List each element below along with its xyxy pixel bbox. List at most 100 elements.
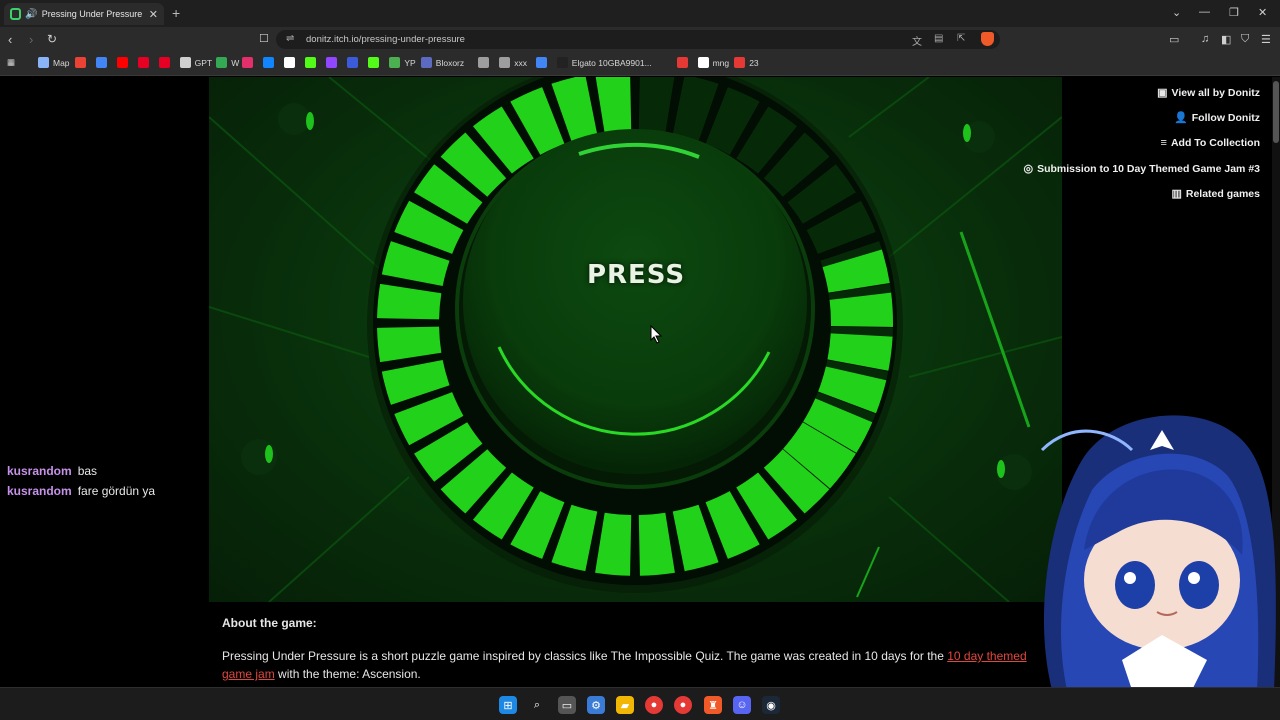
chat-text: fare gördün ya xyxy=(77,484,156,498)
menu-icon[interactable]: ☰ xyxy=(1261,33,1271,46)
bookmark-label: xxx xyxy=(514,57,527,68)
bookmark-icon xyxy=(347,57,359,68)
bookmark-item[interactable] xyxy=(242,57,254,68)
scroll-thumb[interactable] xyxy=(1273,81,1279,143)
bookmark-item[interactable] xyxy=(535,57,547,68)
start-menu-icon[interactable]: ⊞ xyxy=(499,696,517,714)
bookmark-item[interactable]: mng xyxy=(697,57,730,68)
address-bar[interactable]: ⇌ donitz.itch.io/pressing-under-pressure… xyxy=(276,30,1000,49)
game-scene[interactable] xyxy=(209,77,1062,602)
games-icon: ▣ xyxy=(1157,87,1168,99)
bookmark-label: mng xyxy=(712,57,730,68)
tab-title: Pressing Under Pressure by D xyxy=(41,9,145,19)
minimize-icon[interactable]: — xyxy=(1199,6,1210,18)
bookmark-icon xyxy=(116,57,128,68)
discord-icon[interactable]: ☺ xyxy=(733,696,751,714)
forward-icon[interactable]: › xyxy=(29,32,33,47)
chrome-icon[interactable]: ● xyxy=(645,696,663,714)
bookmark-icon xyxy=(38,57,49,68)
settings-icon[interactable]: ⚙ xyxy=(587,696,605,714)
bookmark-item[interactable] xyxy=(284,57,296,68)
press-button[interactable] xyxy=(463,130,807,474)
new-tab-icon[interactable]: + xyxy=(172,5,180,21)
bookmark-item[interactable] xyxy=(676,57,688,68)
media-icon[interactable]: ♫ xyxy=(1201,33,1209,45)
site-info-icon[interactable]: ⇌ xyxy=(286,33,294,44)
task-view-icon[interactable]: ▭ xyxy=(558,696,576,714)
reader-mode-icon[interactable]: ▤ xyxy=(934,33,943,44)
reload-icon[interactable]: ↻ xyxy=(47,32,57,46)
related-label: Related games xyxy=(1185,187,1260,200)
bookmark-icon xyxy=(179,57,191,68)
bookmark-item[interactable] xyxy=(137,57,149,68)
bookmark-item[interactable]: YP xyxy=(389,57,416,68)
bookmark-item[interactable] xyxy=(305,57,317,68)
apps-icon[interactable]: ▦ xyxy=(7,57,15,68)
close-window-icon[interactable]: ✕ xyxy=(1258,6,1267,19)
game-canvas[interactable]: PRESS xyxy=(209,77,1062,602)
chrome-canary-icon[interactable]: ● xyxy=(674,696,692,714)
bookmark-label: YP xyxy=(404,57,416,68)
chat-username: kusrandom xyxy=(7,464,72,478)
add-collection-label: Add To Collection xyxy=(1170,137,1260,149)
bookmark-item[interactable] xyxy=(158,57,170,68)
panel-icon[interactable]: ◧ xyxy=(1221,33,1231,46)
bookmark-item[interactable]: Map xyxy=(38,57,70,68)
bookmark-item[interactable] xyxy=(116,57,128,68)
bookmark-icon xyxy=(284,57,296,68)
bookmark-icon xyxy=(478,57,490,68)
chat-message: kusrandom bas xyxy=(7,464,97,478)
sidebar-icon[interactable]: ▭ xyxy=(1169,33,1179,46)
bookmark-item[interactable] xyxy=(326,57,338,68)
bookmark-item[interactable]: 23 xyxy=(734,57,759,68)
file-explorer-icon[interactable]: ▰ xyxy=(616,696,634,714)
map-icon: ▥ xyxy=(1171,188,1182,200)
bookmark-item[interactable] xyxy=(347,57,359,68)
jam-submission-button[interactable]: ◎ Submission to 10 Day Themed Game Jam #3 xyxy=(1023,162,1260,176)
bookmark-item[interactable] xyxy=(478,57,490,68)
windows-taskbar: ⊞ ⌕ ▭ ⚙ ▰ ● ● ♜ ☺ ◉ xyxy=(0,687,1280,720)
bookmark-item[interactable] xyxy=(74,57,86,68)
chat-username: kusrandom xyxy=(7,484,72,498)
restore-icon[interactable]: ❐ xyxy=(1229,6,1239,19)
audio-playing-icon[interactable]: 🔊 xyxy=(25,9,37,20)
related-games-button[interactable]: ▥ Related games xyxy=(1171,187,1260,201)
brave-icon[interactable]: ♜ xyxy=(704,696,722,714)
bookmark-icon xyxy=(305,57,317,68)
bookmark-icon[interactable]: ☐ xyxy=(259,32,269,45)
tab-search-icon[interactable]: ⌄ xyxy=(1172,6,1181,19)
bookmark-item[interactable]: Bloxorz xyxy=(420,57,464,68)
itch-favicon-icon xyxy=(10,8,22,20)
bookmark-icon xyxy=(137,57,149,68)
search-icon[interactable]: ⌕ xyxy=(528,696,546,714)
bookmark-icon xyxy=(263,57,275,68)
bookmark-icon xyxy=(368,57,380,68)
tab-bar: 🔊 Pressing Under Pressure by D ✕ + ⌄ — ❐… xyxy=(0,0,1280,27)
bookmark-item[interactable]: W xyxy=(216,57,239,68)
bookmark-item[interactable]: GPT xyxy=(179,57,213,68)
bookmark-item[interactable] xyxy=(263,57,275,68)
submission-label: Submission to 10 Day Themed Game Jam #3 xyxy=(1037,162,1260,175)
add-to-collection-button[interactable]: ≡ Add To Collection xyxy=(1161,137,1260,149)
brave-shield-icon[interactable] xyxy=(981,32,994,46)
bookmark-item[interactable] xyxy=(95,57,107,68)
ribbon-icon: ◎ xyxy=(1023,163,1034,175)
translate-icon[interactable]: 文 xyxy=(912,33,922,48)
follow-label: Follow Donitz xyxy=(1191,111,1260,124)
browser-tab[interactable]: 🔊 Pressing Under Pressure by D ✕ xyxy=(4,3,164,25)
vpn-icon[interactable]: ⛉ xyxy=(1241,33,1249,46)
follow-button[interactable]: 👤 Follow Donitz xyxy=(1174,111,1260,125)
vtuber-avatar xyxy=(1040,415,1276,690)
share-icon[interactable]: ⇱ xyxy=(957,33,965,44)
tab-close-icon[interactable]: ✕ xyxy=(149,8,158,21)
bookmark-item[interactable]: xxx xyxy=(499,57,527,68)
steam-icon[interactable]: ◉ xyxy=(762,696,780,714)
view-all-button[interactable]: ▣ View all by Donitz xyxy=(1157,86,1260,100)
about-heading: About the game: xyxy=(222,616,317,630)
back-icon[interactable]: ‹ xyxy=(8,32,12,47)
bookmark-label: GPT xyxy=(194,57,213,68)
bookmark-item[interactable]: Elgato 10GBA9901... xyxy=(556,57,652,68)
bookmark-item[interactable] xyxy=(368,57,380,68)
bookmark-icon xyxy=(74,57,86,68)
press-label: PRESS xyxy=(586,260,686,290)
